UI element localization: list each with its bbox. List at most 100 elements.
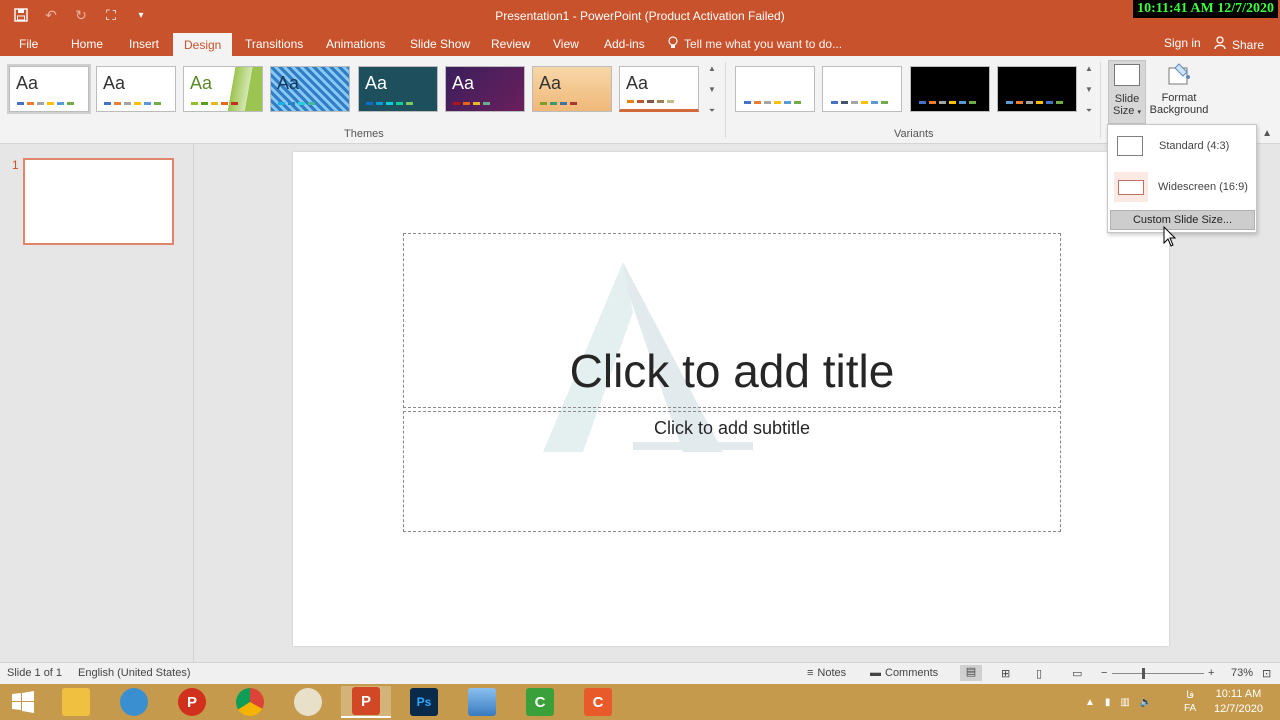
powerpoint-icon: P [352,687,380,715]
lightbulb-icon [668,36,678,52]
menu-item-widescreen[interactable]: Widescreen (16:9) [1108,168,1256,206]
fit-to-window-icon[interactable]: ⊡ [1262,667,1271,680]
variant-1[interactable] [735,66,815,112]
photoshop-icon: Ps [410,688,438,716]
person-icon [1214,36,1228,53]
show-hidden-icons-icon[interactable]: ▲ [1085,697,1095,708]
tab-transitions[interactable]: Transitions [245,36,303,56]
ribbon-tabs: File Home Insert Design Transitions Anim… [0,32,1280,56]
slide-show-view-icon[interactable]: ▭ [1072,667,1082,680]
tell-me-box[interactable]: Tell me what you want to do... [668,36,842,52]
theme-preview-text: Aa [452,73,475,93]
tab-slide-show[interactable]: Slide Show [410,36,470,56]
share-label: Share [1232,37,1265,52]
taskbar-file-explorer[interactable] [51,686,101,718]
slide-size-button[interactable]: Slide Size ▾ [1108,60,1146,124]
more-icon[interactable]: ⏷ [709,106,715,116]
variant-2[interactable] [822,66,902,112]
tab-review[interactable]: Review [491,36,530,56]
tab-home[interactable]: Home [71,36,103,56]
start-button[interactable] [0,686,46,718]
theme-integral[interactable]: Aa [270,66,350,112]
taskbar-paint[interactable] [283,686,333,718]
variants-gallery-scroll[interactable]: ▲ ▼ ⏷ [1083,64,1095,116]
zoom-level[interactable]: 73% [1231,667,1253,679]
scroll-up-icon[interactable]: ▲ [1085,64,1093,73]
volume-icon[interactable]: 🔈 [1140,697,1152,708]
share-button[interactable]: Share [1214,36,1264,53]
tab-design[interactable]: Design [173,33,233,56]
theme-preview-text: Aa [190,73,213,93]
zoom-out-icon[interactable]: − [1101,667,1107,679]
taskbar-time: 10:11 AM [1215,688,1262,700]
taskbar-browser-globe[interactable] [109,686,159,718]
widescreen-slide-icon [1118,179,1144,195]
theme-ion-boardroom[interactable]: Aa [358,66,438,112]
slide-thumbnail[interactable] [23,158,174,245]
comments-button[interactable]: ▬ Comments [870,667,938,679]
image-icon [468,688,496,716]
themes-gallery-scroll[interactable]: ▲ ▼ ⏷ [706,64,718,116]
scroll-up-icon[interactable]: ▲ [708,64,716,73]
theme-preview-text: Aa [277,73,300,93]
taskbar: P P Ps C C ▲ ▮ ▥ 🔈 فا FA 10:11 AM 12/7/2… [0,684,1280,720]
design-ribbon: Aa Aa Aa Aa Aa Aa Aa Aa ▲ ▼ ⏷ Themes ▲ ▼… [0,56,1280,144]
camtasia-green-icon: C [526,688,554,716]
zoom-slider-track[interactable] [1112,673,1204,674]
scroll-down-icon[interactable]: ▼ [1085,85,1093,94]
slide-sorter-icon[interactable]: ⊞ [1001,667,1010,680]
format-background-label-1: Format [1161,92,1197,104]
tab-view[interactable]: View [553,36,579,56]
slide-size-label-2: Size [1113,105,1135,117]
taskbar-camtasia-orange[interactable]: C [573,686,623,718]
title-placeholder[interactable]: Click to add title [403,233,1061,408]
variants-group-label: Variants [894,128,934,140]
zoom-in-icon[interactable]: + [1208,667,1214,679]
language-short: FA [1184,703,1197,714]
tab-insert[interactable]: Insert [129,36,159,56]
tab-file[interactable]: File [19,36,38,56]
zoom-slider-thumb[interactable] [1142,668,1145,679]
slide-canvas[interactable]: Click to add title Click to add subtitle [293,152,1169,646]
slide-size-icon [1114,64,1140,86]
variant-4[interactable] [997,66,1077,112]
notes-button[interactable]: ≡ Notes [807,667,846,679]
taskbar-powerpoint[interactable]: P [341,686,391,718]
scroll-down-icon[interactable]: ▼ [708,85,716,94]
more-icon[interactable]: ⏷ [1086,106,1092,116]
network-icon[interactable]: ▥ [1120,697,1129,708]
language-indicator[interactable]: فا FA [1184,684,1196,720]
theme-organic[interactable]: Aa [532,66,612,112]
clock-overlay: 10:11:41 AM 12/7/2020 [1133,0,1278,18]
taskbar-chrome[interactable] [225,686,275,718]
collapse-ribbon-icon[interactable]: ▲ [1262,128,1272,139]
theme-retrospect[interactable]: Aa [619,66,699,112]
theme-office-2[interactable]: Aa [96,66,176,112]
battery-icon[interactable]: ▮ [1105,697,1111,708]
theme-ion[interactable]: Aa [445,66,525,112]
sign-in-link[interactable]: Sign in [1164,36,1201,50]
normal-view-icon[interactable]: ▤ [960,665,982,681]
subtitle-placeholder[interactable]: Click to add subtitle [403,411,1061,532]
taskbar-photoshop[interactable]: Ps [399,686,449,718]
tab-add-ins[interactable]: Add-ins [604,36,645,56]
taskbar-clock[interactable]: 10:11 AM 12/7/2020 [1214,687,1263,717]
themes-group-label: Themes [344,128,384,140]
taskbar-app-p[interactable]: P [167,686,217,718]
language-status[interactable]: English (United States) [78,667,191,679]
format-background-icon [1165,62,1193,88]
format-background-button[interactable]: Format Background [1148,60,1210,124]
variant-3[interactable] [910,66,990,112]
menu-item-standard[interactable]: Standard (4:3) [1108,127,1256,165]
slide-count: Slide 1 of 1 [7,667,63,679]
taskbar-photo-viewer[interactable] [457,686,507,718]
tab-animations[interactable]: Animations [326,36,385,56]
theme-office[interactable]: Aa [7,64,91,114]
taskbar-camtasia-green[interactable]: C [515,686,565,718]
widescreen-selected-bg [1114,172,1148,202]
custom-slide-size-button[interactable]: Custom Slide Size... [1110,210,1255,230]
theme-facet[interactable]: Aa [183,66,263,112]
dropdown-arrow-icon: ▾ [1137,109,1141,116]
reading-view-icon[interactable]: ▯ [1036,667,1042,680]
group-divider [1100,62,1101,138]
